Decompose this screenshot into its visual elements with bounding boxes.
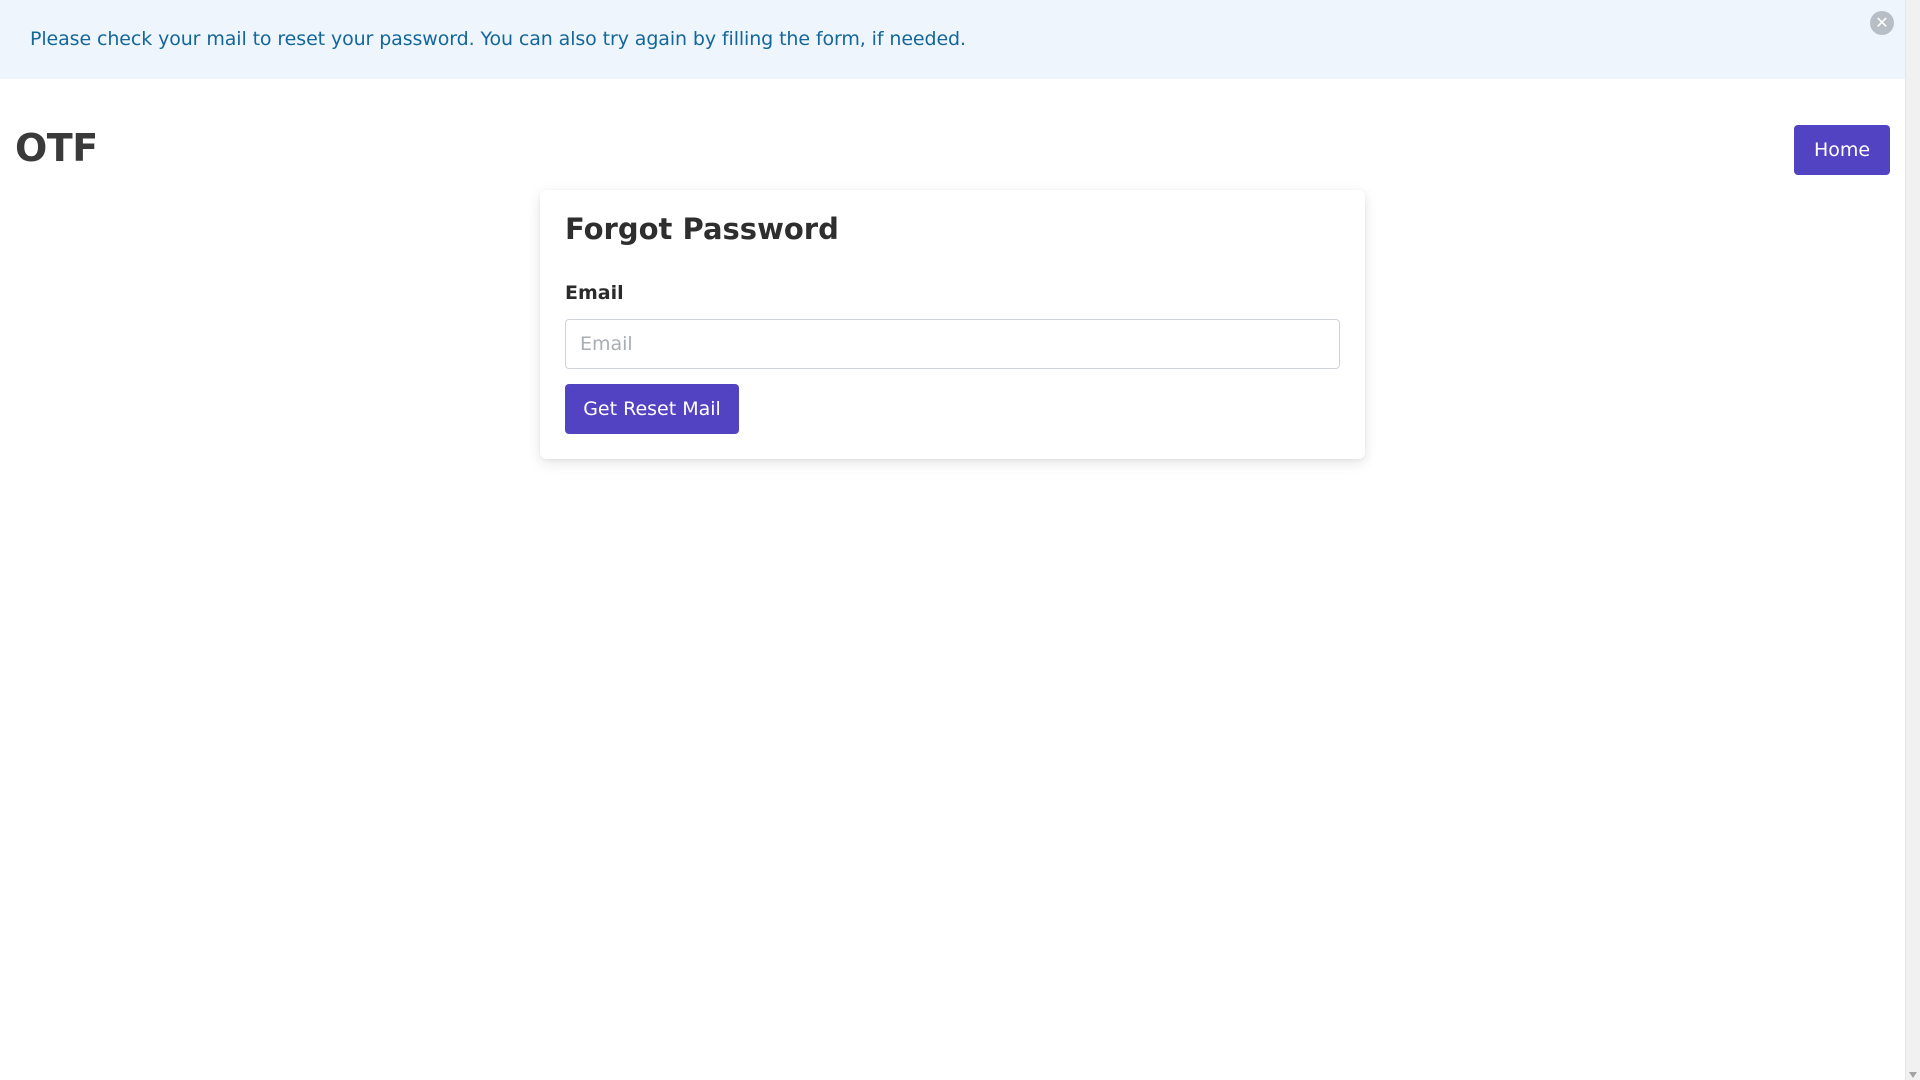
email-field[interactable]: [565, 319, 1340, 369]
forgot-password-card: Forgot Password Email Get Reset Mail: [540, 190, 1365, 459]
scroll-down-arrow-icon[interactable]: [1909, 1072, 1917, 1078]
email-label: Email: [565, 282, 624, 304]
page: Please check your mail to reset your pas…: [0, 0, 1905, 1080]
get-reset-mail-button[interactable]: Get Reset Mail: [565, 384, 739, 434]
notice-message: Please check your mail to reset your pas…: [30, 28, 966, 50]
close-icon[interactable]: ✕: [1870, 11, 1894, 35]
vertical-scrollbar[interactable]: [1905, 0, 1920, 1080]
page-title: Forgot Password: [565, 212, 839, 246]
home-button[interactable]: Home: [1794, 125, 1890, 175]
brand-logo[interactable]: OTF: [15, 126, 98, 170]
notice-banner: Please check your mail to reset your pas…: [0, 0, 1905, 79]
